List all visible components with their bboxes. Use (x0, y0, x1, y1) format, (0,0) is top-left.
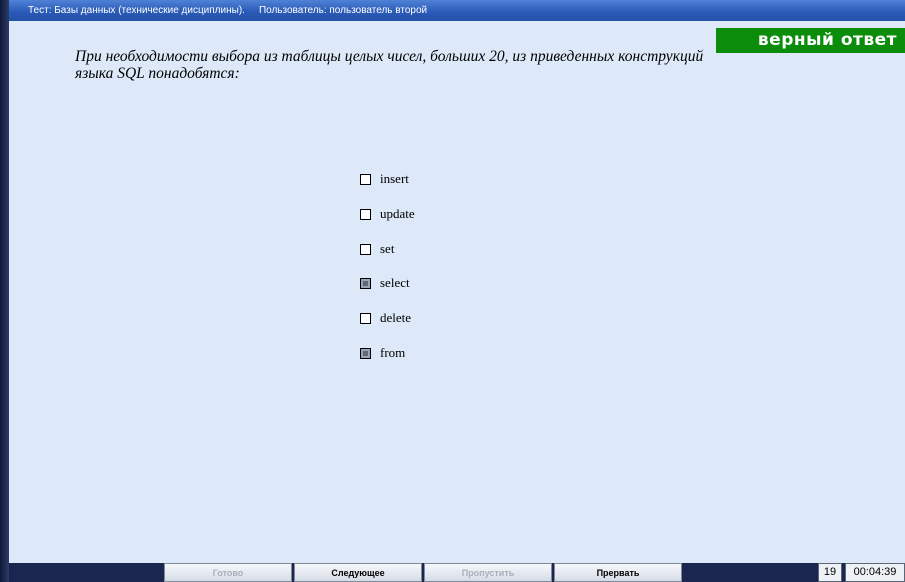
bottom-toolbar: Готово Следующее Пропустить Прервать 19 … (9, 563, 905, 582)
question-number: 19 (818, 563, 842, 582)
checkbox-delete[interactable] (360, 312, 371, 324)
option-from[interactable]: from (360, 344, 500, 362)
option-label: delete (380, 310, 412, 325)
question-line-2: языка SQL понадобятся: (75, 65, 240, 82)
abort-button[interactable]: Прервать (554, 563, 682, 582)
option-update[interactable]: update (360, 205, 500, 223)
question-line-1: При необходимости выбора из таблицы целы… (75, 48, 704, 65)
option-label: set (380, 241, 395, 256)
option-insert[interactable]: insert (360, 170, 500, 188)
test-title: Тест: Базы данных (технические дисциплин… (28, 5, 245, 16)
option-select[interactable]: select (360, 274, 500, 292)
option-delete[interactable]: delete (360, 309, 500, 327)
checkbox-from[interactable] (360, 347, 371, 359)
test-window: Тест: Базы данных (технические дисциплин… (9, 0, 905, 563)
user-title: Пользователь: пользователь второй (258, 5, 428, 16)
option-label: insert (380, 171, 409, 186)
option-label: from (380, 345, 406, 360)
title-bar: Тест: Базы данных (технические дисциплин… (9, 0, 905, 21)
checkbox-set[interactable] (360, 243, 371, 255)
timer: 00:04:39 (845, 563, 905, 582)
option-label: update (380, 206, 415, 221)
option-set[interactable]: set (360, 240, 500, 258)
skip-button[interactable]: Пропустить (424, 563, 552, 582)
next-button[interactable]: Следующее (294, 563, 422, 582)
done-button[interactable]: Готово (164, 563, 292, 582)
checkbox-select[interactable] (360, 277, 371, 289)
option-label: select (380, 275, 410, 290)
checkbox-update[interactable] (360, 208, 371, 220)
checkbox-insert[interactable] (360, 173, 371, 185)
desktop-left-edge (0, 0, 9, 582)
question-text: При необходимости выбора из таблицы целы… (75, 48, 875, 82)
